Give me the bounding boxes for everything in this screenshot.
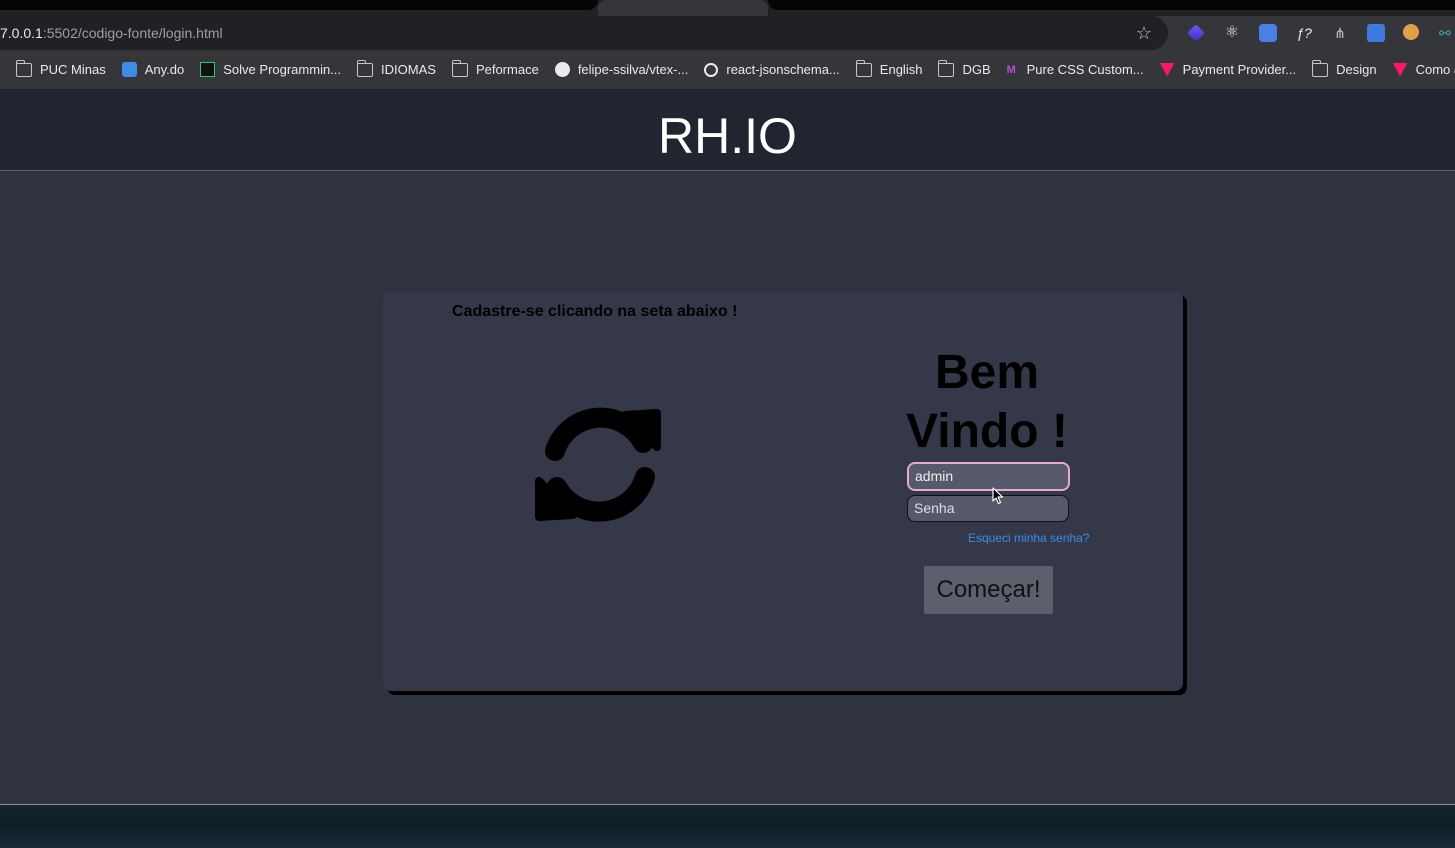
login-card: Cadastre-se clicando na seta abaixo ! Be… [383,291,1183,691]
bookmark-label: Como acha [1415,62,1455,77]
extension-graph-icon[interactable]: ⋔ [1331,24,1349,42]
bookmark-label: PUC Minas [40,62,106,77]
bookmark-github-vtex[interactable]: felipe-ssilva/vtex-... [554,62,689,77]
username-input[interactable]: admin [907,462,1070,491]
bookmark-label: English [879,62,923,77]
extension-shield-icon[interactable] [1367,24,1385,42]
folder-icon [451,59,468,77]
url-host: 7.0.0.1 [0,25,43,41]
folder-icon [938,59,955,77]
inactive-tab-area[interactable] [768,0,1455,10]
mouse-cursor-icon [992,487,1004,505]
extension-cookie-icon[interactable] [1403,24,1419,40]
extension-react-icon[interactable]: ⚛ [1223,24,1241,42]
bookmark-react-jsonschema[interactable]: react-jsonschema... [704,62,840,77]
bookmark-design[interactable]: Design [1312,59,1377,77]
password-input[interactable]: Senha [907,495,1069,522]
bookmark-label: felipe-ssilva/vtex-... [577,62,689,77]
bookmark-label: IDIOMAS [381,62,436,77]
extension-more-icon[interactable]: ⚯ [1439,24,1455,42]
extension-formula-icon[interactable]: ƒ? [1295,24,1313,42]
folder-icon [855,59,872,77]
bookmark-puc-minas[interactable]: PUC Minas [16,59,106,77]
globe-icon [704,62,719,77]
bookmark-solve-programming[interactable]: Solve Programmin... [200,62,341,77]
bookmark-pure-css[interactable]: M Pure CSS Custom... [1007,62,1144,77]
bookmark-dgb[interactable]: DGB [938,59,991,77]
bookmark-label: Design [1336,62,1377,77]
bookmark-como-acha[interactable]: Como acha [1392,62,1455,77]
bookmark-label: DGB [962,62,991,77]
welcome-line-2: Vindo ! [906,405,1068,458]
browser-tabstrip [0,0,1455,16]
bookmark-english[interactable]: English [855,59,923,77]
sync-arrows-icon[interactable] [533,399,665,529]
brand-logo[interactable]: RH.IO [0,91,1455,181]
folder-icon [1312,59,1329,77]
active-tab[interactable] [598,0,768,16]
bookmark-peformace[interactable]: Peformace [451,59,539,77]
welcome-line-1: Bem [934,346,1040,399]
bookmark-label: react-jsonschema... [726,62,840,77]
folder-icon [357,59,374,77]
browser-toolbar: 7.0.0.1:5502/codigo-fonte/login.html ☆ ⚛… [0,16,1455,50]
bookmarks-bar: PUC Minas Any.do Solve Programmin... IDI… [0,50,1455,90]
address-bar[interactable]: 7.0.0.1:5502/codigo-fonte/login.html ☆ [0,16,1168,50]
github-icon [554,62,570,77]
vtex-icon [1159,62,1175,77]
desktop-wallpaper [0,804,1455,848]
folder-icon [16,59,32,77]
bookmark-label: Solve Programmin... [223,62,342,77]
url-path: :5502/codigo-fonte/login.html [42,25,223,41]
inactive-tab-area[interactable] [0,0,598,10]
extension-layers-icon[interactable] [1187,24,1205,42]
url-text[interactable]: 7.0.0.1:5502/codigo-fonte/login.html [0,25,223,41]
welcome-heading: Bem Vindo ! [901,343,1073,461]
bookmark-idiomas[interactable]: IDIOMAS [357,59,436,77]
bookmark-label: Any.do [144,62,185,77]
site-icon: M [1006,63,1016,76]
bookmark-label: Peformace [475,62,539,77]
anydo-icon [121,62,137,77]
page-viewport: RH.IO Cadastre-se clicando na seta abaix… [0,91,1455,804]
signup-hint: Cadastre-se clicando na seta abaixo ! [452,303,738,320]
bookmark-label: Payment Provider... [1182,62,1297,77]
site-header: RH.IO [0,91,1455,171]
bookmark-label: Pure CSS Custom... [1026,62,1144,77]
vtex-icon [1392,62,1408,77]
forgot-password-link[interactable]: Esqueci minha senha? [968,531,1089,545]
start-button[interactable]: Começar! [924,566,1053,614]
hackerrank-icon [200,62,216,77]
bookmark-star-icon[interactable]: ☆ [1134,23,1154,43]
bookmark-anydo[interactable]: Any.do [121,62,185,77]
bookmark-payment-provider[interactable]: Payment Provider... [1159,62,1297,77]
extension-translate-icon[interactable] [1259,24,1277,42]
